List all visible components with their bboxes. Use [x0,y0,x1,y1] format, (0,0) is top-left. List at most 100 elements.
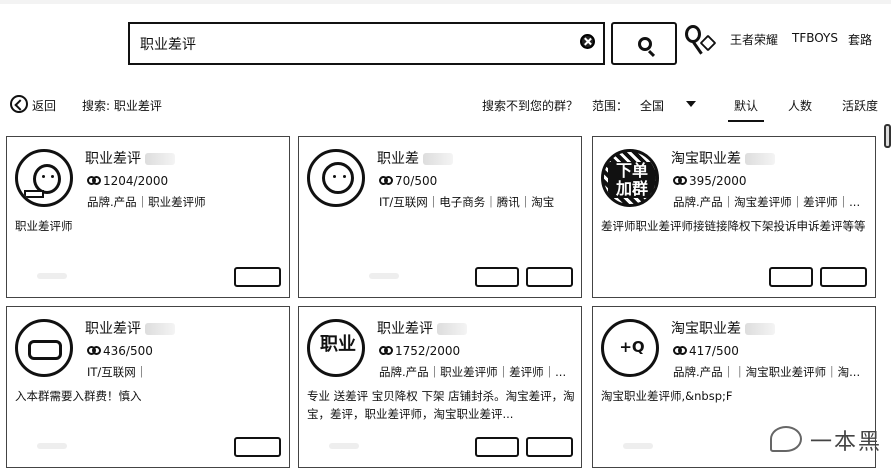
member-count: 395/2000 [673,174,747,188]
card-tags: 品牌.产品｜职业差评师｜差评师｜... [379,365,567,379]
group-card[interactable]: 职业差 70/500 IT/互联网｜电子商务｜腾讯｜淘宝 ​ ​ [298,136,582,298]
blurred-text [745,323,775,335]
blurred-text [745,153,775,165]
members-icon [379,176,393,186]
search-button[interactable] [611,22,677,65]
badge-icon [24,190,44,198]
member-count-text: 395/2000 [689,174,747,188]
tool-ring [685,25,701,43]
hot-link-1[interactable]: 王者荣耀 [730,31,778,48]
card-title[interactable]: 职业差 [377,148,453,168]
join-button[interactable]: ​ [526,267,573,287]
range-label: 范围： [592,99,629,113]
tool-icon[interactable] [684,25,718,57]
top-fade [0,0,891,4]
search-box[interactable] [128,22,605,65]
wechat-icon [770,426,802,452]
avatar [307,149,365,207]
blurred-text [145,323,175,335]
eye-icon [42,175,45,178]
member-count: 417/500 [673,344,739,358]
card-description: 差评师职业差评师接链接降权下架投诉申诉差评等等 [601,219,866,233]
range-select[interactable]: 全国 [640,97,664,114]
group-card[interactable]: 职业差评 1204/2000 品牌.产品｜职业差评师 职业差评师 ​ [6,136,290,298]
card-tags: IT/互联网｜电子商务｜腾讯｜淘宝 [379,195,555,209]
card-description: 职业差评师 [15,219,73,233]
card-title[interactable]: 淘宝职业差 [671,148,775,168]
card-description: 淘宝职业差评师,&nbsp;F [601,389,733,403]
members-icon [379,346,393,356]
card-title[interactable]: 职业差评 [377,318,467,338]
card-description: 入本群需要入群费！慎入 [15,389,142,403]
card-tags: 品牌.产品｜淘宝差评师｜差评师｜... [673,195,861,209]
view-button[interactable]: ​ [475,267,519,287]
card-title[interactable]: 淘宝职业差 [671,318,775,338]
join-button[interactable]: ​ [234,267,281,287]
card-title[interactable]: 职业差评 [85,148,175,168]
hot-link-2[interactable]: TFBOYS [792,31,838,45]
card-description: 专业 送差评 宝贝降权 下架 店铺封杀。淘宝差评，淘宝，差评，职业差评师，淘宝职… [307,389,575,421]
card-tags: 品牌.产品｜职业差评师 [87,195,206,209]
members-icon [87,346,101,356]
card-title-text: 淘宝职业差 [671,321,741,337]
chevron-down-icon[interactable] [686,101,696,107]
blurred-text [329,443,359,449]
group-card[interactable]: 职业差评 436/500 IT/互联网｜ 入本群需要入群费！慎入 ​ [6,306,290,468]
blurred-text [369,273,399,279]
avatar [15,149,73,207]
card-title-text: 淘宝职业差 [671,151,741,167]
blurred-text [423,153,453,165]
not-found-link[interactable]: 搜索不到您的群？ [482,97,578,114]
member-count: 70/500 [379,174,437,188]
scrollbar-thumb[interactable] [884,124,891,148]
join-button[interactable]: ​ [526,437,573,457]
card-title-text: 职业差评 [85,151,141,167]
watermark: 一本黑 [770,418,888,464]
card-tags: 品牌.产品｜｜淘宝职业差评师｜淘... [673,365,861,379]
sort-members[interactable]: 人数 [788,97,812,114]
eye-icon [333,175,336,178]
blurred-text [145,153,175,165]
view-button[interactable]: ​ [769,267,813,287]
sort-activity[interactable]: 活跃度 [842,97,878,114]
blurred-text [437,323,467,335]
join-button[interactable]: ​ [820,267,867,287]
wrench-icon [699,34,717,52]
members-icon [87,176,101,186]
member-count: 1752/2000 [379,344,460,358]
eye-icon [51,175,54,178]
group-card[interactable]: 下单 加群 淘宝职业差 395/2000 品牌.产品｜淘宝差评师｜差评师｜...… [592,136,876,298]
hot-link-3[interactable]: 套路 [848,31,872,48]
card-title-text: 职业差 [377,151,419,167]
avatar: 下单 加群 [601,149,659,207]
sort-default[interactable]: 默认 [727,97,765,122]
clear-icon[interactable] [580,34,595,49]
avatar: +Q [601,319,659,377]
member-count-text: 436/500 [103,344,153,358]
search-summary: 搜索: 职业差评 [82,99,162,113]
group-card[interactable]: 职业 职业差评 1752/2000 品牌.产品｜职业差评师｜差评师｜... 专业… [298,306,582,468]
blurred-text [37,443,67,449]
card-title[interactable]: 职业差评 [85,318,175,338]
avatar: 职业 [307,319,365,377]
join-button[interactable]: ​ [234,437,281,457]
view-button[interactable]: ​ [475,437,519,457]
card-title-text: 职业差评 [377,321,433,337]
members-icon [673,176,687,186]
eye-icon [343,175,346,178]
back-icon[interactable] [10,95,28,113]
avatar-text: +Q [619,338,645,356]
search-input[interactable] [140,32,570,56]
filter-row: 返回 搜索: 职业差评 搜索不到您的群？ 范围： 全国 默认 人数 活跃度 [0,90,891,122]
blurred-text [623,443,653,449]
handshake-icon [28,340,62,360]
blurred-text [37,273,67,279]
top-search-bar: 王者荣耀 TFBOYS 套路 [0,0,891,86]
back-link[interactable]: 返回 [32,97,56,114]
search-icon [638,37,652,51]
avatar [15,319,73,377]
avatar-text: 职业 [320,334,356,355]
member-count-text: 1752/2000 [395,344,461,358]
member-count: 1204/2000 [87,174,168,188]
face-icon [322,162,354,194]
